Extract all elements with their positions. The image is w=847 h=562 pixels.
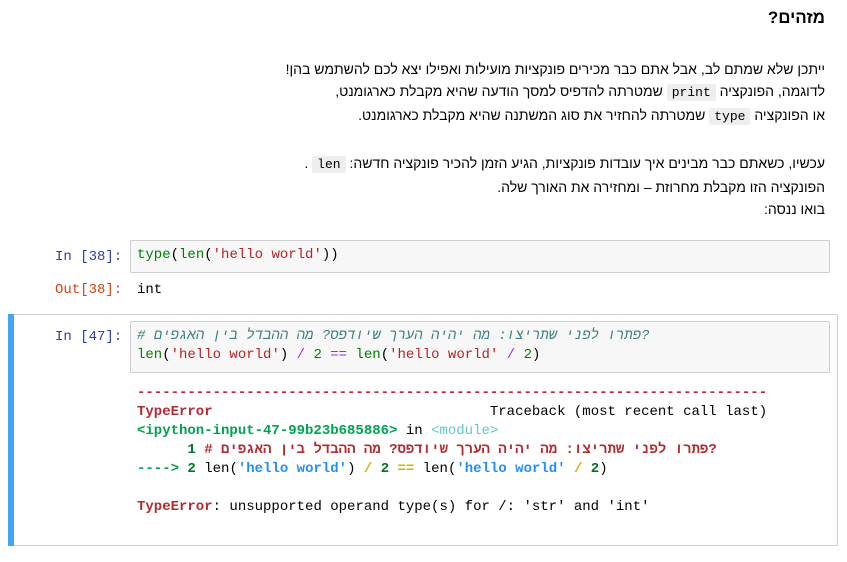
text: בואו ננסה: (763, 201, 825, 217)
code-token: == (397, 461, 415, 477)
selection-indicator (8, 314, 14, 546)
output-prompt: Out[38]: (55, 282, 123, 298)
traceback-line-number: 2 (187, 461, 196, 477)
traceback-comment: # פתרו לפני שתריצו: מה יהיה הערך שיודפס?… (204, 442, 717, 458)
code-token: len (355, 347, 381, 363)
traceback-output: ----------------------------------------… (137, 384, 767, 517)
paragraph-line: לדוגמה, הפונקציה print שמטרתה להדפיס למס… (60, 80, 825, 104)
paragraph-line: עכשיו, כשאתם כבר מבינים איך עובדות פונקצ… (60, 152, 825, 176)
code-token: 2 (590, 461, 600, 477)
cell-output: int (137, 282, 163, 298)
markdown-paragraph-1: ייתכן שלא שמתם לב, אבל אתם כבר מכירים פו… (60, 58, 825, 128)
traceback-error-name: TypeError (137, 404, 213, 420)
code-comment: # פתרו לפני שתריצו: מה יהיה הערך שיודפס?… (137, 328, 650, 344)
markdown-paragraph-2: עכשיו, כשאתם כבר מבינים איך עובדות פונקצ… (60, 152, 825, 220)
text: שמטרתה להדפיס למסך הודעה שהיא מקבלת כארג… (335, 83, 663, 99)
code-token: ( (229, 461, 238, 477)
code-token: ) (531, 347, 541, 363)
code-token: len (137, 347, 163, 363)
code-token: ( (204, 247, 213, 263)
markdown-cell-heading: מזהים? (60, 8, 825, 28)
traceback-arrow: ----> (137, 461, 180, 477)
code-token: 'hello world' (456, 461, 566, 477)
text: שמטרתה להחזיר את סוג המשתנה שהיא מקבלת כ… (358, 107, 706, 123)
code-token: 'hello world' (237, 461, 348, 477)
traceback-error-name: TypeError (137, 499, 213, 515)
paragraph-line: בואו ננסה: (60, 198, 825, 220)
text: ייתכן שלא שמתם לב, אבל אתם כבר מכירים פו… (285, 61, 825, 77)
traceback-separator: ----------------------------------------… (137, 385, 768, 401)
traceback-error-message: : unsupported operand type(s) for /: 'st… (212, 499, 650, 515)
text: עכשיו, כשאתם כבר מבינים איך עובדות פונקצ… (349, 155, 825, 171)
code-token: type (137, 247, 171, 263)
code-token: 2 (523, 347, 532, 363)
code-token: len (204, 461, 230, 477)
code-token: 2 (313, 347, 322, 363)
code-token: ( (170, 247, 180, 263)
code-token: / (506, 347, 516, 363)
code-token: )) (321, 247, 339, 263)
code-token: ( (162, 347, 171, 363)
code-token: ( (380, 347, 390, 363)
text: או הפונקציה (754, 107, 825, 123)
text: . (304, 155, 309, 171)
traceback-module: <module> (431, 423, 499, 439)
code-token: len (179, 247, 205, 263)
code-token: ) (347, 461, 356, 477)
traceback-input-ref: <ipython-input-47-99b23b685886> (137, 423, 398, 439)
text: in (405, 423, 423, 439)
inline-code-print: print (666, 84, 716, 101)
traceback-header: Traceback (most recent call last) (489, 404, 768, 420)
paragraph-line: הפונקציה הזו מקבלת מחרוזת – ומחזירה את ה… (60, 176, 825, 198)
code-token: == (330, 347, 348, 363)
code-token: 2 (380, 461, 390, 477)
code-token: 'hello world' (389, 347, 499, 363)
code-token: ) (599, 461, 608, 477)
code-input-38[interactable]: type(len('hello world')) (130, 240, 830, 273)
paragraph-line: ייתכן שלא שמתם לב, אבל אתם כבר מכירים פו… (60, 58, 825, 80)
section-heading: מזהים? (767, 8, 825, 27)
code-token: 'hello world' (212, 247, 322, 263)
inline-code-len: len (312, 156, 346, 173)
code-token: 'hello world' (170, 347, 280, 363)
code-token: / (363, 461, 373, 477)
code-token: / (296, 347, 306, 363)
paragraph-line: או הפונקציה type שמטרתה להחזיר את סוג המ… (60, 104, 825, 128)
text: הפונקציה הזו מקבלת מחרוזת – ומחזירה את ה… (497, 179, 825, 195)
input-prompt: In [47]: (55, 329, 123, 345)
traceback-line-number: 1 (187, 442, 196, 458)
code-token: len (422, 461, 448, 477)
inline-code-type: type (709, 108, 751, 125)
code-input-47[interactable]: # פתרו לפני שתריצו: מה יהיה הערך שיודפס?… (130, 321, 830, 373)
code-token: ) (279, 347, 289, 363)
code-token: / (573, 461, 583, 477)
text: לדוגמה, הפונקציה (719, 83, 825, 99)
input-prompt: In [38]: (55, 249, 123, 265)
